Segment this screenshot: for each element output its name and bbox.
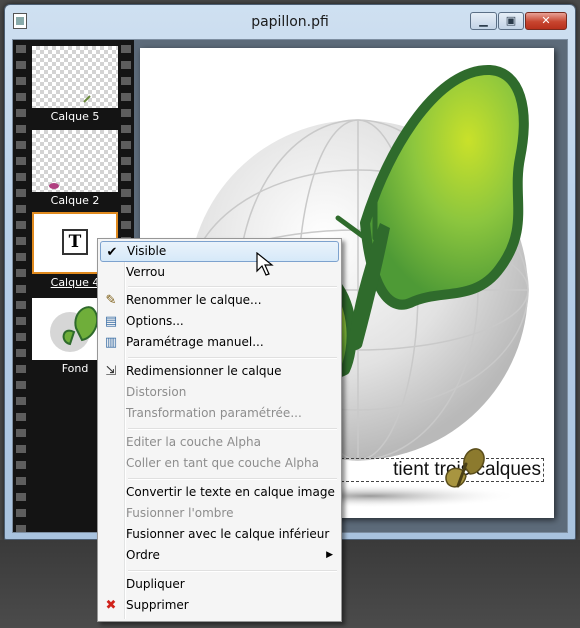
small-butterfly-icon xyxy=(445,448,485,488)
menu-item-order[interactable]: Ordre ▶ xyxy=(100,545,339,566)
submenu-arrow-icon: ▶ xyxy=(326,550,333,560)
menu-item-label: Distorsion xyxy=(126,385,187,399)
rename-icon: ✎ xyxy=(105,293,117,308)
layer-item-calque-5[interactable]: Calque 5 xyxy=(32,46,118,124)
menu-item-label: Verrou xyxy=(126,265,165,279)
menu-item-paste-as-alpha[interactable]: Coller en tant que couche Alpha xyxy=(100,453,339,474)
layer-name: Calque 5 xyxy=(50,110,100,123)
menu-separator xyxy=(128,428,337,430)
layer-thumbnail[interactable] xyxy=(32,46,118,108)
menu-item-merge-down[interactable]: Fusionner avec le calque inférieur xyxy=(100,524,339,545)
manual-settings-icon: ▥ xyxy=(104,335,118,350)
title-bar[interactable]: papillon.pfi ▁ ▣ ✕ xyxy=(5,5,575,39)
menu-item-label: Editer la couche Alpha xyxy=(126,435,261,449)
film-perforation-left xyxy=(16,40,26,532)
text-layer-icon: T xyxy=(62,229,88,255)
options-icon: ▤ xyxy=(104,314,118,329)
menu-item-label: Fusionner l'ombre xyxy=(126,506,234,520)
canvas-text-layer[interactable]: tient trois calques xyxy=(326,458,544,482)
menu-item-label: Transformation paramétrée... xyxy=(126,406,302,420)
menu-item-label: Redimensionner le calque xyxy=(126,364,282,378)
context-menu: ✔ Visible Verrou ✎ Renommer le calque...… xyxy=(97,238,342,622)
menu-item-edit-alpha[interactable]: Editer la couche Alpha xyxy=(100,432,339,453)
menu-item-delete[interactable]: ✖ Supprimer xyxy=(100,595,339,616)
menu-item-options[interactable]: ▤ Options... xyxy=(100,311,339,332)
menu-item-resize-layer[interactable]: ⇲ Redimensionner le calque xyxy=(100,361,339,382)
menu-separator xyxy=(128,357,337,359)
menu-item-label: Options... xyxy=(126,314,184,328)
menu-item-lock[interactable]: Verrou xyxy=(100,262,339,283)
mouse-cursor-icon xyxy=(256,252,274,276)
menu-item-label: Fusionner avec le calque inférieur xyxy=(126,527,330,541)
delete-icon: ✖ xyxy=(105,598,117,613)
menu-item-label: Supprimer xyxy=(126,598,189,612)
sprig-icon xyxy=(83,95,91,103)
check-icon: ✔ xyxy=(106,245,118,260)
menu-item-label: Convertir le texte en calque image xyxy=(126,485,335,499)
menu-separator xyxy=(128,570,337,572)
menu-item-label: Paramétrage manuel... xyxy=(126,335,264,349)
menu-item-duplicate[interactable]: Dupliquer xyxy=(100,574,339,595)
menu-item-label: Visible xyxy=(127,244,167,258)
minimize-button[interactable]: ▁ xyxy=(470,12,497,30)
menu-item-rename-layer[interactable]: ✎ Renommer le calque... xyxy=(100,290,339,311)
menu-item-parametric-transform[interactable]: Transformation paramétrée... xyxy=(100,403,339,424)
menu-item-merge-shadow[interactable]: Fusionner l'ombre xyxy=(100,503,339,524)
resize-icon: ⇲ xyxy=(105,364,117,379)
layer-name: Calque 2 xyxy=(50,194,100,207)
menu-separator xyxy=(128,478,337,480)
menu-item-distortion[interactable]: Distorsion xyxy=(100,382,339,403)
layer-item-calque-2[interactable]: Calque 2 xyxy=(32,130,118,208)
maximize-button[interactable]: ▣ xyxy=(498,12,524,30)
menu-item-convert-text[interactable]: Convertir le texte en calque image xyxy=(100,482,339,503)
menu-item-label: Coller en tant que couche Alpha xyxy=(126,456,319,470)
shadow-icon xyxy=(49,183,59,189)
menu-separator xyxy=(128,286,337,288)
menu-item-manual-settings[interactable]: ▥ Paramétrage manuel... xyxy=(100,332,339,353)
menu-item-visible[interactable]: ✔ Visible xyxy=(100,241,339,262)
close-button[interactable]: ✕ xyxy=(525,12,567,30)
layer-thumbnail[interactable] xyxy=(32,130,118,192)
menu-item-label: Ordre xyxy=(126,548,160,562)
menu-item-label: Dupliquer xyxy=(126,577,185,591)
menu-item-label: Renommer le calque... xyxy=(126,293,262,307)
